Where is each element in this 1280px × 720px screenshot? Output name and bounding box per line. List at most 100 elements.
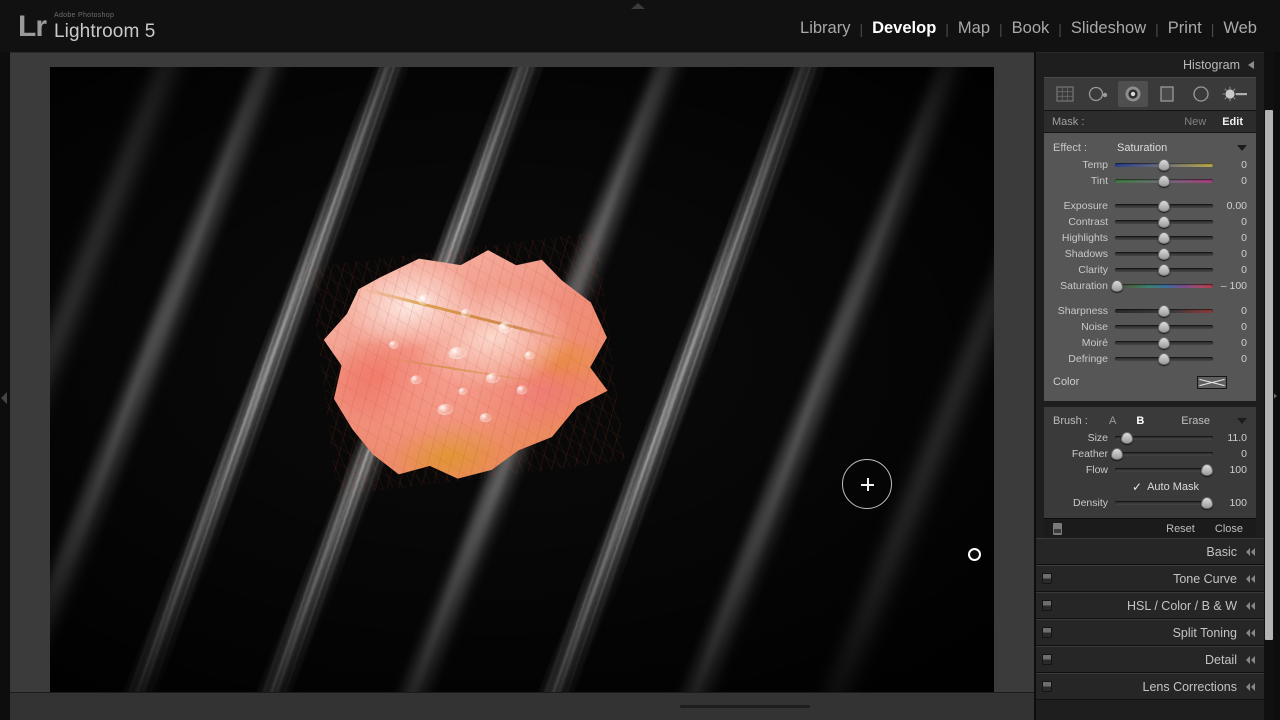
slider-temp[interactable]: Temp 0 xyxy=(1044,157,1256,173)
slider-knob[interactable] xyxy=(1158,216,1170,228)
slider-brush-size[interactable]: Size 11.0 xyxy=(1044,430,1256,446)
checkmark-icon[interactable]: ✓ xyxy=(1132,481,1142,493)
chevron-down-icon[interactable] xyxy=(1237,418,1247,424)
slider-track[interactable] xyxy=(1115,353,1213,365)
slider-value[interactable]: 0 xyxy=(1213,175,1247,187)
slider-track[interactable] xyxy=(1115,264,1213,276)
slider-value[interactable]: 0 xyxy=(1213,448,1247,460)
panel-section-detail[interactable]: Detail xyxy=(1036,646,1264,673)
slider-value[interactable]: 0 xyxy=(1213,232,1247,244)
spot-removal-icon[interactable] xyxy=(1084,81,1114,107)
slider-knob[interactable] xyxy=(1158,264,1170,276)
slider-defringe[interactable]: Defringe 0 xyxy=(1044,351,1256,367)
image-canvas-area[interactable] xyxy=(10,52,1034,697)
brush-option-a[interactable]: A xyxy=(1099,415,1126,427)
panel-section-lens-corrections[interactable]: Lens Corrections xyxy=(1036,673,1264,700)
graduated-filter-icon[interactable] xyxy=(1152,81,1182,107)
chevron-collapse-icon[interactable] xyxy=(1246,547,1255,556)
slider-knob[interactable] xyxy=(1158,337,1170,349)
slider-shadows[interactable]: Shadows 0 xyxy=(1044,246,1256,262)
panel-section-hsl-color-bw[interactable]: HSL / Color / B & W xyxy=(1036,592,1264,619)
module-library[interactable]: Library xyxy=(791,19,859,38)
slider-track[interactable] xyxy=(1115,432,1213,444)
top-panel-collapse-arrow-icon[interactable] xyxy=(631,3,645,9)
slider-value[interactable]: 0 xyxy=(1213,159,1247,171)
close-button[interactable]: Close xyxy=(1211,523,1247,535)
chevron-collapse-icon[interactable] xyxy=(1246,574,1255,583)
panel-section-tone-curve[interactable]: Tone Curve xyxy=(1036,565,1264,592)
slider-value[interactable]: 0 xyxy=(1213,216,1247,228)
mask-edit-button[interactable]: Edit xyxy=(1217,116,1248,128)
slider-knob[interactable] xyxy=(1158,232,1170,244)
slider-contrast[interactable]: Contrast 0 xyxy=(1044,214,1256,230)
section-toggle-switch[interactable] xyxy=(1042,681,1052,692)
slider-track[interactable] xyxy=(1115,248,1213,260)
auto-mask-label[interactable]: Auto Mask xyxy=(1147,481,1199,493)
chevron-down-icon[interactable] xyxy=(1237,145,1247,151)
module-book[interactable]: Book xyxy=(1003,19,1059,38)
crop-overlay-icon[interactable] xyxy=(1050,81,1080,107)
develop-tool-strip[interactable] xyxy=(1044,77,1256,111)
slider-value[interactable]: 11.0 xyxy=(1213,432,1247,444)
auto-mask-row[interactable]: ✓ Auto Mask xyxy=(1044,478,1256,495)
slider-knob[interactable] xyxy=(1158,353,1170,365)
slider-knob[interactable] xyxy=(1110,280,1123,292)
panel-section-split-toning[interactable]: Split Toning xyxy=(1036,619,1264,646)
effect-selector-row[interactable]: Effect : Saturation xyxy=(1044,139,1256,157)
slider-knob[interactable] xyxy=(1158,305,1170,317)
slider-knob[interactable] xyxy=(1201,464,1214,476)
effect-value[interactable]: Saturation xyxy=(1095,142,1229,154)
chevron-collapse-icon[interactable] xyxy=(1246,682,1255,691)
slider-value[interactable]: 100 xyxy=(1213,497,1247,509)
left-panel-collapse-arrow-icon[interactable] xyxy=(1,392,7,404)
slider-sharpness[interactable]: Sharpness 0 xyxy=(1044,303,1256,319)
chevron-collapse-icon[interactable] xyxy=(1246,601,1255,610)
slider-track[interactable] xyxy=(1115,216,1213,228)
slider-value[interactable]: 0 xyxy=(1213,337,1247,349)
slider-track[interactable] xyxy=(1115,321,1213,333)
slider-tint[interactable]: Tint 0 xyxy=(1044,173,1256,189)
module-map[interactable]: Map xyxy=(949,19,999,38)
right-panel-scrollbar-thumb[interactable] xyxy=(1265,110,1273,640)
slider-value[interactable]: 0.00 xyxy=(1213,200,1247,212)
adjustment-brush-icon[interactable] xyxy=(1220,81,1250,107)
slider-track[interactable] xyxy=(1115,497,1214,509)
slider-track[interactable] xyxy=(1110,280,1213,292)
mask-new-button[interactable]: New xyxy=(1179,116,1211,128)
slider-value[interactable]: 100 xyxy=(1213,464,1247,476)
mask-pin-marker[interactable] xyxy=(968,548,981,561)
slider-brush-feather[interactable]: Feather 0 xyxy=(1044,446,1256,462)
slider-track[interactable] xyxy=(1115,337,1213,349)
section-toggle-switch[interactable] xyxy=(1042,654,1052,665)
module-print[interactable]: Print xyxy=(1159,19,1211,38)
slider-track[interactable] xyxy=(1115,305,1213,317)
slider-track[interactable] xyxy=(1115,464,1214,476)
module-web[interactable]: Web xyxy=(1214,19,1266,38)
module-slideshow[interactable]: Slideshow xyxy=(1062,19,1155,38)
slider-knob[interactable] xyxy=(1158,200,1170,212)
chevron-collapse-icon[interactable] xyxy=(1246,655,1255,664)
slider-value[interactable]: 0 xyxy=(1213,321,1247,333)
slider-brush-flow[interactable]: Flow 100 xyxy=(1044,462,1256,478)
section-toggle-switch[interactable] xyxy=(1042,573,1052,584)
slider-moire[interactable]: Moiré 0 xyxy=(1044,335,1256,351)
chevron-collapse-icon[interactable] xyxy=(1246,628,1255,637)
slider-track[interactable] xyxy=(1110,448,1213,460)
slider-track[interactable] xyxy=(1115,175,1213,187)
toolbar-slider[interactable] xyxy=(680,705,810,708)
histogram-header[interactable]: Histogram xyxy=(1036,53,1264,77)
slider-noise[interactable]: Noise 0 xyxy=(1044,319,1256,335)
slider-value[interactable]: 0 xyxy=(1213,264,1247,276)
red-eye-correction-icon[interactable] xyxy=(1118,81,1148,107)
brush-erase-button[interactable]: Erase xyxy=(1154,415,1237,427)
slider-clarity[interactable]: Clarity 0 xyxy=(1044,262,1256,278)
brush-selector-row[interactable]: Brush : A B Erase xyxy=(1044,412,1256,430)
module-develop[interactable]: Develop xyxy=(863,19,945,38)
slider-track[interactable] xyxy=(1115,159,1213,171)
slider-saturation[interactable]: Saturation – 100 xyxy=(1044,278,1256,294)
slider-knob[interactable] xyxy=(1158,175,1170,187)
slider-track[interactable] xyxy=(1115,200,1213,212)
radial-filter-icon[interactable] xyxy=(1186,81,1216,107)
slider-value[interactable]: – 100 xyxy=(1213,280,1247,292)
photo-frame[interactable] xyxy=(50,67,994,697)
